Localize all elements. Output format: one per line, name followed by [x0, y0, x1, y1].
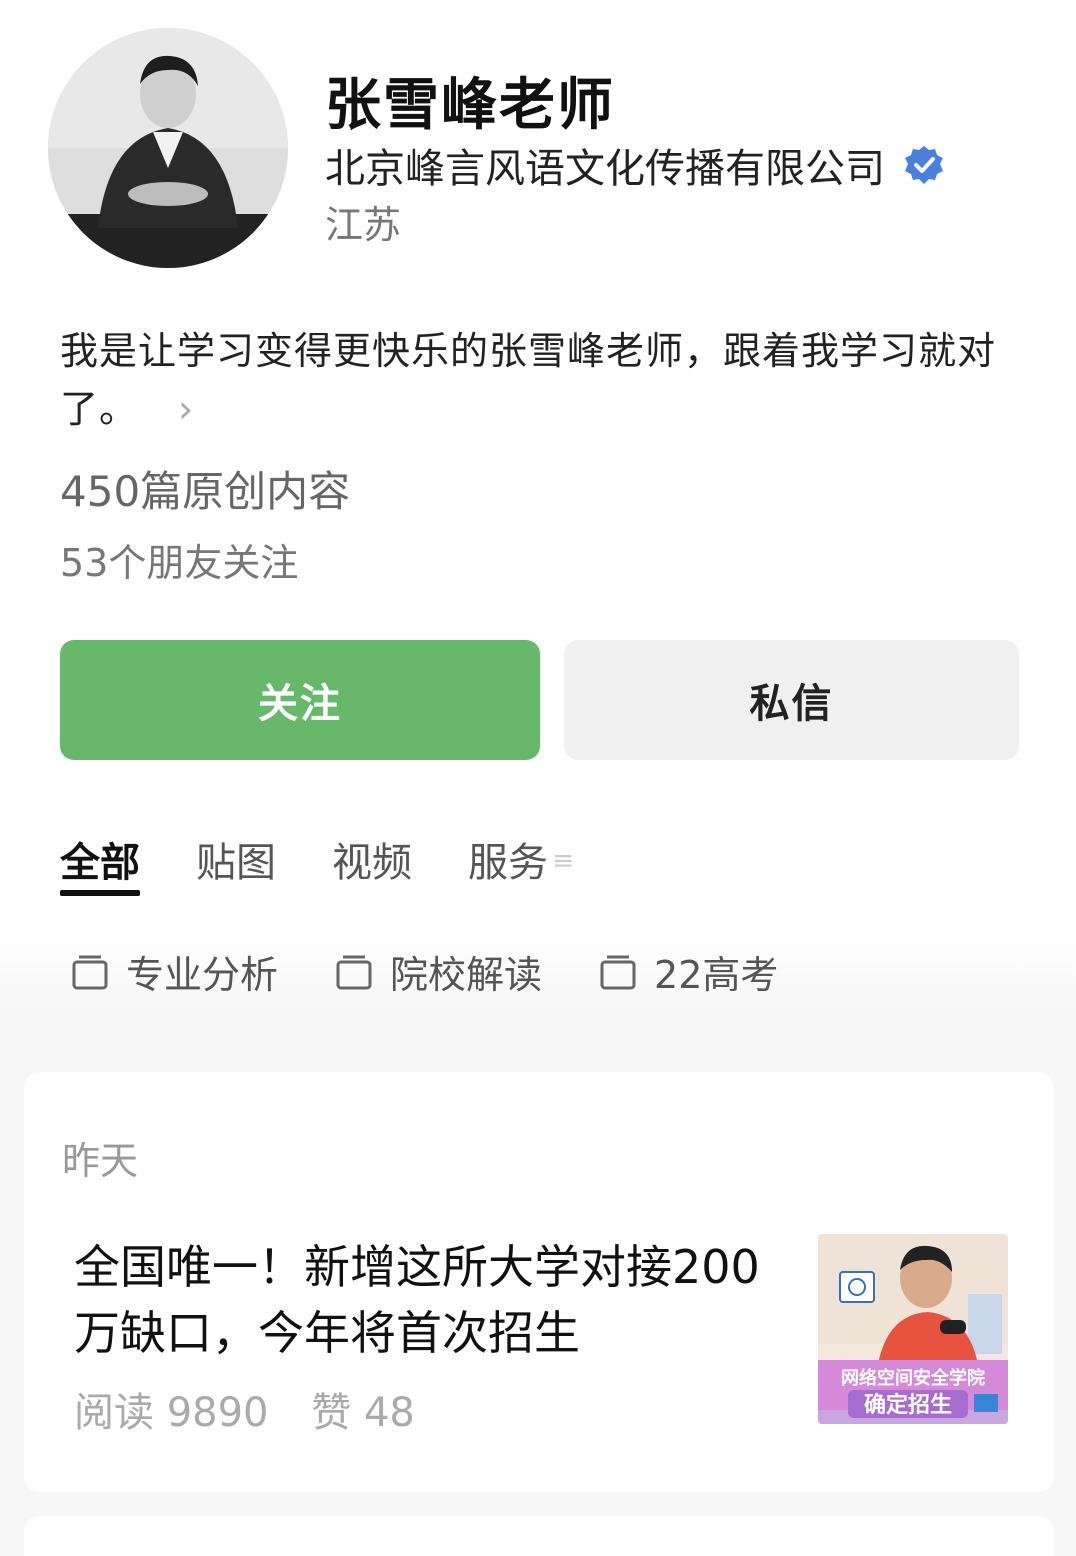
tab-videos[interactable]: 视频 [332, 830, 412, 896]
region: 江苏 [325, 203, 402, 247]
collection-label: 专业分析 [126, 953, 279, 997]
collections-bar: 专业分析 院校解读 22高考 [70, 944, 834, 999]
collection-major-analysis[interactable]: 专业分析 [70, 944, 278, 999]
follow-button[interactable]: 关注 [60, 640, 540, 760]
feed-title[interactable]: 全国唯一！新增这所大学对接200万缺口，今年将首次招生 [74, 1234, 794, 1366]
feed-card[interactable]: 昨天 全国唯一！新增这所大学对接200万缺口，今年将首次招生 阅读 9890 赞… [24, 1072, 1054, 1492]
tab-services[interactable]: 服务 ≡ [468, 830, 574, 896]
company-name: 北京峰言风语文化传播有限公司 [325, 136, 945, 194]
collection-label: 院校解读 [390, 953, 543, 997]
friends-following[interactable]: 53个朋友关注 [60, 532, 298, 587]
tab-services-label: 服务 [468, 840, 548, 886]
feed-stats: 阅读 9890 赞 48 [74, 1380, 445, 1438]
collection-school-analysis[interactable]: 院校解读 [334, 944, 542, 999]
profile-name: 张雪峰老师 [325, 73, 615, 138]
original-articles-count[interactable]: 450篇原创内容 [60, 458, 350, 519]
folder-icon [600, 955, 636, 989]
thumbnail-image: 网络空间安全学院 确定招生 [818, 1234, 1008, 1424]
collection-gaokao-22[interactable]: 22高考 [598, 944, 778, 999]
avatar[interactable] [48, 28, 288, 268]
thumb-text-top: 网络空间安全学院 [841, 1367, 985, 1389]
message-button[interactable]: 私信 [564, 640, 1019, 760]
collection-label: 22高考 [654, 953, 779, 997]
read-count: 阅读 9890 [74, 1390, 269, 1436]
feed-date: 昨天 [62, 1139, 139, 1183]
content-tabs: 全部 贴图 视频 服务 ≡ [60, 830, 574, 896]
bio[interactable]: 我是让学习变得更快乐的张雪峰老师，跟着我学习就对了。 › [60, 322, 1030, 438]
tab-images[interactable]: 贴图 [196, 830, 276, 896]
avatar-image [48, 28, 288, 268]
bio-text: 我是让学习变得更快乐的张雪峰老师，跟着我学习就对了。 [60, 329, 997, 431]
chevron-right-icon: › [178, 387, 195, 431]
menu-lines-icon: ≡ [552, 846, 574, 876]
folder-icon [336, 955, 372, 989]
thumb-text-bottom: 确定招生 [864, 1392, 952, 1418]
verified-badge-icon [905, 146, 943, 184]
company-label: 北京峰言风语文化传播有限公司 [325, 146, 885, 192]
feed-thumbnail[interactable]: 网络空间安全学院 确定招生 [818, 1234, 1008, 1424]
feed-card-next[interactable] [24, 1516, 1054, 1556]
tab-all[interactable]: 全部 [60, 830, 140, 896]
folder-icon [72, 955, 108, 989]
like-count: 赞 48 [311, 1390, 415, 1436]
